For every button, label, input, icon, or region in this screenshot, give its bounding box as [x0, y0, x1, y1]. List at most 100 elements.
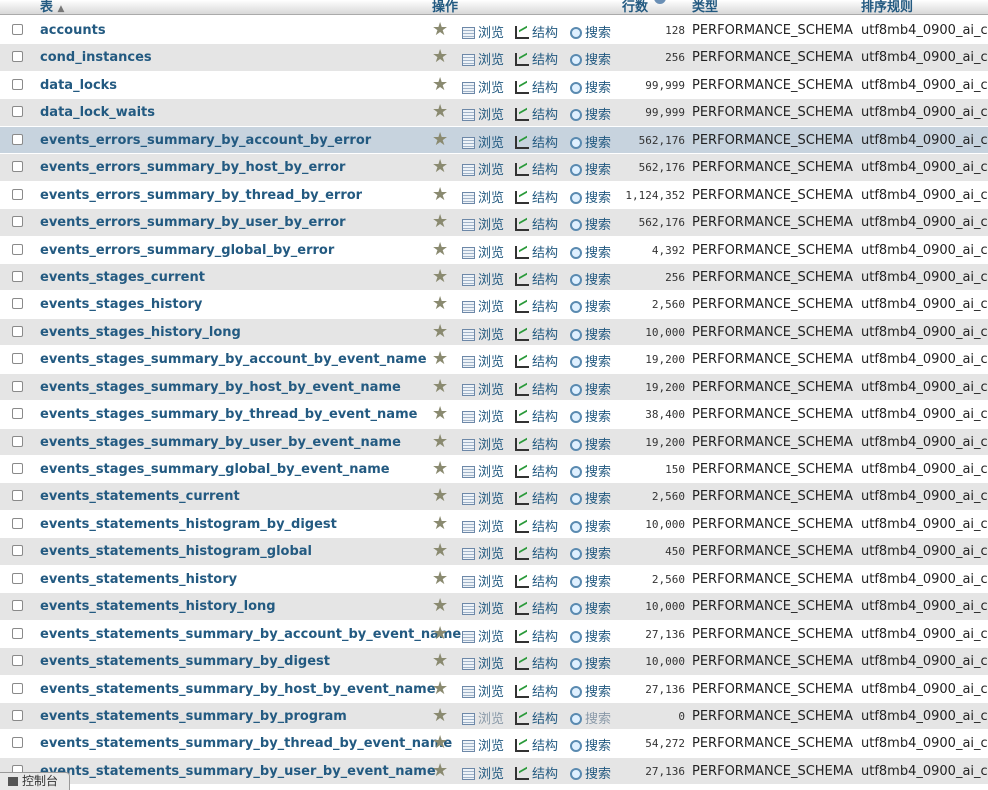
- table-name-link[interactable]: events_stages_history_long: [40, 325, 241, 340]
- browse-link[interactable]: 浏览: [462, 242, 504, 261]
- favorite-star-icon[interactable]: ★: [432, 322, 448, 341]
- favorite-star-icon[interactable]: ★: [432, 213, 448, 231]
- search-link[interactable]: 搜索: [570, 187, 611, 206]
- favorite-star-icon[interactable]: ★: [432, 350, 448, 368]
- table-name-link[interactable]: events_errors_summary_global_by_error: [40, 243, 334, 258]
- structure-link[interactable]: 结构: [515, 461, 558, 480]
- table-name-link[interactable]: events_errors_summary_by_thread_by_error: [40, 188, 362, 203]
- table-row[interactable]: cond_instances ★ 浏览 结构 搜索 256 PERFORMANCE_SCHE…: [0, 44, 988, 72]
- table-row[interactable]: events_statements_histogram_global ★ 浏览 结构搜…: [0, 538, 988, 566]
- favorite-star-icon[interactable]: ★: [432, 48, 448, 66]
- row-checkbox[interactable]: [12, 682, 23, 694]
- table-row[interactable]: events_errors_summary_global_by_error ★ 浏览…: [0, 236, 988, 264]
- structure-link[interactable]: 结构: [515, 379, 558, 398]
- row-checkbox[interactable]: [12, 325, 23, 337]
- browse-link[interactable]: 浏览: [462, 406, 504, 425]
- search-link[interactable]: 搜索: [570, 598, 611, 617]
- favorite-star-icon[interactable]: ★: [432, 432, 448, 451]
- browse-link[interactable]: 浏览: [462, 104, 504, 123]
- table-name-link[interactable]: data_lock_waits: [40, 105, 155, 120]
- search-link[interactable]: 搜索: [570, 324, 611, 343]
- row-checkbox[interactable]: [12, 243, 23, 255]
- favorite-star-icon[interactable]: ★: [432, 761, 448, 780]
- row-checkbox[interactable]: [12, 600, 23, 612]
- row-checkbox[interactable]: [12, 78, 23, 90]
- favorite-star-icon[interactable]: ★: [432, 706, 448, 725]
- row-checkbox[interactable]: [12, 709, 23, 721]
- structure-link[interactable]: 结构: [515, 434, 558, 453]
- browse-link[interactable]: 浏览: [462, 626, 504, 645]
- search-link[interactable]: 搜索: [570, 49, 611, 68]
- table-row[interactable]: events_statements_histogram_by_digest ★ 浏览…: [0, 510, 988, 539]
- table-name-link[interactable]: events_stages_summary_by_thread_by_event…: [40, 407, 417, 422]
- table-row[interactable]: events_statements_summary_by_program ★ 浏览结…: [0, 702, 988, 731]
- browse-link[interactable]: 浏览: [462, 516, 504, 535]
- favorite-star-icon[interactable]: ★: [432, 514, 448, 533]
- search-link[interactable]: 搜索: [570, 22, 611, 41]
- search-link[interactable]: 搜索: [570, 296, 611, 315]
- table-row[interactable]: accounts ★ 浏览 结构 搜索 128 PERFORMANCE_SCHEMA utf8…: [0, 17, 988, 45]
- browse-link[interactable]: 浏览: [462, 22, 504, 41]
- browse-link[interactable]: 浏览: [462, 598, 504, 617]
- browse-link[interactable]: 浏览: [462, 681, 504, 700]
- table-row[interactable]: events_statements_history ★ 浏览 结构 搜索 2,560 PER…: [0, 565, 988, 594]
- search-link[interactable]: 搜索: [570, 626, 611, 645]
- row-checkbox[interactable]: [12, 517, 23, 529]
- favorite-star-icon[interactable]: ★: [432, 405, 448, 423]
- table-row[interactable]: events_stages_summary_global_by_event_na…: [0, 456, 988, 484]
- table-row[interactable]: events_statements_summary_by_host_by_eve…: [0, 675, 988, 703]
- structure-link[interactable]: 结构: [515, 516, 558, 535]
- favorite-star-icon[interactable]: ★: [432, 542, 448, 560]
- structure-link[interactable]: 结构: [515, 269, 558, 288]
- favorite-star-icon[interactable]: ★: [432, 185, 448, 204]
- structure-link[interactable]: 结构: [515, 598, 558, 617]
- structure-link[interactable]: 结构: [515, 77, 558, 96]
- table-row[interactable]: events_stages_history ★ 浏览 结构 搜索 2,560 PERFORM…: [0, 291, 988, 319]
- search-link[interactable]: 搜索: [570, 132, 611, 151]
- browse-link[interactable]: 浏览: [462, 49, 504, 68]
- favorite-star-icon[interactable]: ★: [432, 377, 448, 396]
- row-checkbox[interactable]: [12, 270, 23, 282]
- structure-link[interactable]: 结构: [515, 735, 558, 754]
- browse-link[interactable]: 浏览: [462, 214, 504, 233]
- favorite-star-icon[interactable]: ★: [432, 21, 448, 39]
- favorite-star-icon[interactable]: ★: [432, 597, 448, 615]
- favorite-star-icon[interactable]: ★: [432, 240, 448, 259]
- structure-link[interactable]: 结构: [515, 626, 558, 645]
- table-row[interactable]: events_statements_summary_by_account_by_…: [0, 620, 988, 649]
- structure-link[interactable]: 结构: [515, 214, 558, 233]
- browse-link[interactable]: 浏览: [462, 159, 504, 178]
- table-name-link[interactable]: events_statements_summary_by_user_by_eve…: [40, 764, 436, 779]
- table-row[interactable]: events_statements_history_long ★ 浏览 结构 搜索 10,…: [0, 593, 988, 621]
- browse-link[interactable]: 浏览: [462, 132, 504, 151]
- table-name-link[interactable]: accounts: [40, 23, 106, 38]
- browse-link[interactable]: 浏览: [462, 434, 504, 453]
- browse-link[interactable]: 浏览: [462, 351, 504, 370]
- row-checkbox[interactable]: [12, 572, 23, 584]
- table-row[interactable]: events_errors_summary_by_user_by_error ★ 浏…: [0, 209, 988, 237]
- structure-link[interactable]: 结构: [515, 49, 558, 68]
- table-row[interactable]: events_stages_history_long ★ 浏览 结构 搜索 10,000 P…: [0, 318, 988, 347]
- structure-link[interactable]: 结构: [515, 763, 558, 782]
- console-toggle[interactable]: 控制台: [0, 772, 70, 790]
- search-link[interactable]: 搜索: [570, 269, 611, 288]
- structure-link[interactable]: 结构: [515, 708, 558, 727]
- row-checkbox[interactable]: [12, 106, 23, 118]
- table-name-link[interactable]: events_statements_history_long: [40, 599, 276, 614]
- row-checkbox[interactable]: [12, 737, 23, 749]
- row-checkbox[interactable]: [12, 380, 23, 392]
- table-name-link[interactable]: events_errors_summary_by_user_by_error: [40, 215, 346, 230]
- structure-link[interactable]: 结构: [515, 187, 558, 206]
- table-name-link[interactable]: events_stages_history: [40, 297, 202, 312]
- table-name-link[interactable]: events_stages_current: [40, 270, 205, 285]
- table-name-link[interactable]: events_stages_summary_by_user_by_event_n…: [40, 435, 401, 450]
- structure-link[interactable]: 结构: [515, 22, 558, 41]
- favorite-star-icon[interactable]: ★: [432, 487, 448, 505]
- favorite-star-icon[interactable]: ★: [432, 158, 448, 176]
- search-link[interactable]: 搜索: [570, 214, 611, 233]
- row-checkbox[interactable]: [12, 216, 23, 228]
- favorite-star-icon[interactable]: ★: [432, 267, 448, 286]
- favorite-star-icon[interactable]: ★: [432, 624, 448, 643]
- search-link[interactable]: 搜索: [570, 763, 611, 782]
- column-header-table[interactable]: 表 ▲: [40, 0, 64, 15]
